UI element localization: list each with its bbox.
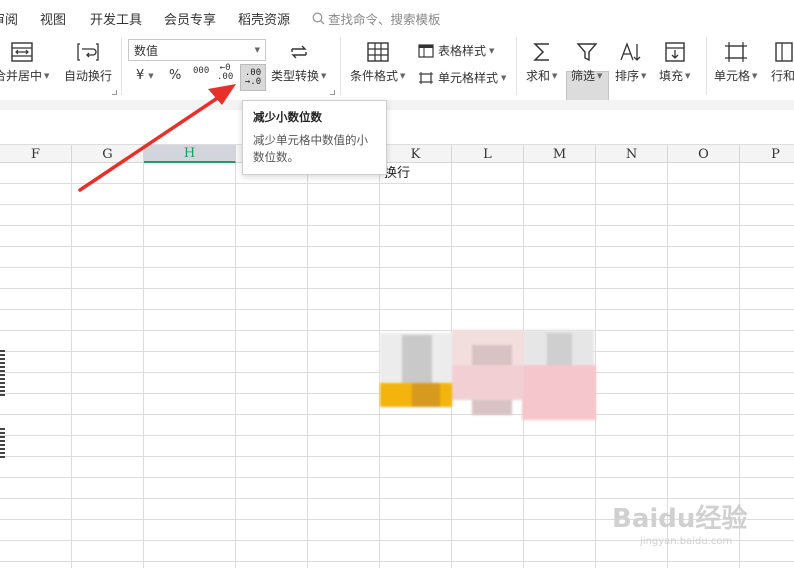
currency-icon: ¥ [136, 68, 145, 83]
cell-style-button[interactable]: 单元格样式 ▼ [418, 69, 506, 86]
conditional-format-icon [367, 42, 389, 62]
chevron-down-icon: ▼ [400, 71, 406, 80]
table-style-label: 表格样式 [438, 44, 487, 58]
number-format-value: 数值 [134, 43, 159, 58]
merge-cells-icon [11, 42, 33, 62]
sort-icon [620, 42, 641, 61]
autosum-button[interactable]: 求和 ▼ [526, 41, 557, 84]
menu-member[interactable]: 会员专享 [164, 9, 216, 28]
tooltip-description: 减少单元格中数值的小数位数。 [253, 133, 368, 164]
chevron-down-icon: ▼ [489, 46, 495, 55]
thousands-separator-button[interactable]: 000 [193, 66, 209, 76]
auto-wrap-button[interactable]: 自动换行 [64, 41, 112, 84]
column-header-o[interactable]: O [668, 145, 740, 163]
currency-button[interactable]: ¥ ▼ [136, 68, 154, 83]
column-header-p[interactable]: P [740, 145, 794, 163]
watermark-url: jingyan.baidu.com [640, 536, 733, 547]
filter-button[interactable]: 筛选 ▼ [571, 41, 602, 84]
cell-style-label: 单元格样式 [438, 71, 499, 85]
chevron-down-icon: ▼ [321, 71, 327, 80]
row-col-label: 行和 [771, 69, 794, 83]
column-header-f[interactable]: F [0, 145, 72, 163]
sort-label: 排序 [615, 69, 640, 83]
merge-center-label: 合并居中 [0, 69, 43, 83]
alignment-dialog-launcher-icon[interactable] [112, 90, 117, 95]
tooltip-title: 减少小数位数 [253, 110, 322, 124]
row-col-icon [775, 42, 793, 62]
decrease-decimal-icon-bottom: →.0 [244, 76, 262, 87]
cell-button[interactable]: 单元格 ▼ [714, 41, 757, 84]
sort-button[interactable]: 排序 ▼ [615, 41, 646, 84]
increase-decimal-icon-bottom: .00 [217, 72, 234, 82]
command-search[interactable]: 查找命令、搜索模板 [312, 9, 441, 28]
column-header-row: F G H K L M N O P [0, 145, 794, 163]
percent-button[interactable]: % [169, 68, 181, 83]
fill-button[interactable]: 填充 ▼ [659, 41, 690, 84]
sigma-icon [532, 43, 549, 61]
chevron-down-icon: ▼ [44, 71, 50, 80]
chevron-down-icon: ▼ [752, 71, 758, 80]
number-dialog-launcher-icon[interactable] [330, 90, 335, 95]
chevron-down-icon: ▼ [148, 71, 154, 80]
cell-label: 单元格 [714, 69, 751, 83]
column-header-g[interactable]: G [72, 145, 144, 163]
decrease-decimal-tooltip: 减少小数位数 减少单元格中数值的小数位数。 [242, 100, 387, 175]
row-edge-marks-2 [0, 428, 6, 460]
menu-docer-resources[interactable]: 稻壳资源 [238, 9, 290, 28]
column-header-l[interactable]: L [452, 145, 524, 163]
chevron-down-icon: ▼ [641, 71, 647, 80]
wrap-text-icon [77, 43, 99, 61]
chevron-down-icon: ▼ [254, 46, 260, 54]
column-header-h[interactable]: H [144, 145, 236, 163]
fill-label: 填充 [659, 69, 684, 83]
cell-k1-text: 换行 [384, 166, 411, 181]
chevron-down-icon: ▼ [501, 73, 507, 82]
column-header-m[interactable]: M [524, 145, 596, 163]
thousands-icon: 000 [193, 66, 210, 76]
chevron-down-icon: ▼ [552, 71, 558, 80]
chevron-down-icon: ▼ [597, 71, 603, 80]
cell-style-icon [419, 71, 433, 84]
ribbon-toolbar: 合并居中 ▼ 自动换行 数值 ▼ ¥ ▼ % 000 ←0 .00 类型转换 ▼ 条件… [0, 33, 794, 120]
column-header-n[interactable]: N [596, 145, 668, 163]
menu-view[interactable]: 视图 [40, 9, 66, 28]
fill-down-icon [665, 42, 685, 62]
table-style-icon [418, 43, 434, 58]
filter-label: 筛选 [571, 69, 596, 83]
menu-bar: 审阅 视图 开发工具 会员专享 稻壳资源 查找命令、搜索模板 [0, 0, 794, 33]
conditional-format-button[interactable]: 条件格式 ▼ [350, 41, 405, 84]
table-style-button[interactable]: 表格样式 ▼ [418, 42, 494, 59]
menu-developer-tools[interactable]: 开发工具 [90, 9, 142, 28]
increase-decimal-button[interactable]: ←0 .00 [217, 64, 233, 82]
cell-icon [724, 42, 747, 62]
decrease-decimal-button[interactable]: .00 →.0 [240, 64, 266, 91]
search-placeholder: 查找命令、搜索模板 [328, 12, 441, 27]
pixelated-data-region [372, 325, 602, 425]
menu-review[interactable]: 审阅 [0, 9, 18, 28]
conditional-format-label: 条件格式 [350, 69, 399, 83]
chevron-down-icon: ▼ [685, 71, 691, 80]
merge-center-button[interactable]: 合并居中 ▼ [0, 41, 49, 84]
type-convert-label: 类型转换 [271, 69, 320, 83]
search-icon [312, 12, 325, 25]
funnel-icon [576, 43, 598, 62]
autosum-label: 求和 [526, 69, 551, 83]
row-edge-marks [0, 350, 6, 398]
watermark-brand: Baidu经验 [612, 504, 748, 534]
ribbon-bottom-band [0, 100, 794, 110]
formula-bar[interactable] [0, 110, 794, 145]
type-convert-button[interactable]: 类型转换 ▼ [271, 41, 326, 84]
convert-arrows-icon [291, 45, 307, 59]
column-header-k[interactable]: K [380, 145, 452, 163]
row-col-button[interactable]: 行和 [771, 41, 794, 84]
number-format-select[interactable]: 数值 ▼ [128, 39, 266, 61]
auto-wrap-label: 自动换行 [64, 69, 113, 83]
percent-icon: % [169, 68, 182, 83]
